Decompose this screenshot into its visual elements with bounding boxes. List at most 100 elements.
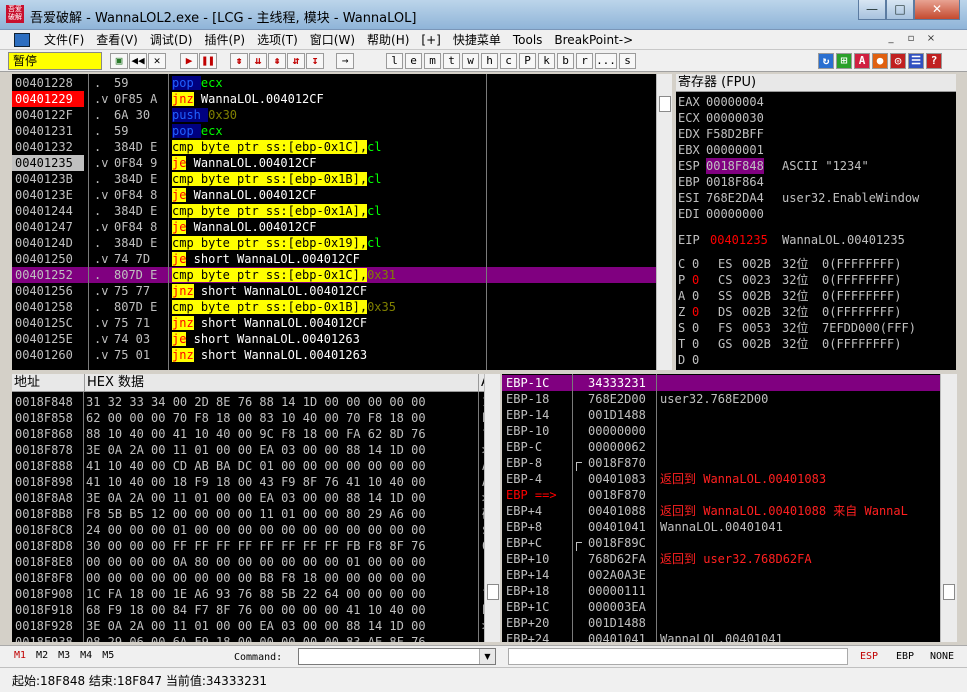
disasm-row[interactable]: 00401250 .v 74 7D je short WannaLOL.004012C… bbox=[12, 251, 656, 267]
restart-icon[interactable]: ◀◀ bbox=[129, 53, 147, 69]
stack-row[interactable]: EBP+C 0018F89C bbox=[502, 535, 957, 551]
stack-row[interactable]: EBP+8 00401041 WannaLOL.00401041 bbox=[502, 519, 957, 535]
stack-row[interactable]: EBP-18 768E2D00 user32.768E2D00 bbox=[502, 391, 957, 407]
stack-row[interactable]: EBP-C 00000062 bbox=[502, 439, 957, 455]
stack-scrollbar[interactable] bbox=[940, 374, 957, 642]
stack-row[interactable]: EBP-10 00000000 bbox=[502, 423, 957, 439]
menu-item[interactable]: BreakPoint-> bbox=[548, 32, 639, 48]
flag-value[interactable]: 0 bbox=[692, 304, 699, 320]
run-icon[interactable]: ▶ bbox=[180, 53, 198, 69]
dump-row[interactable]: 0018F878 3E 0A 2A 00 11 01 00 00 EA 03 00… bbox=[12, 442, 500, 458]
registers-pane[interactable]: 寄存器 (FPU) EAX 00000004 ECX 00000030 EDX F58D2… bbox=[676, 74, 956, 370]
open-icon[interactable]: ▣ bbox=[110, 53, 128, 69]
toolbar-window-button[interactable]: e bbox=[405, 53, 422, 69]
flag-value[interactable]: 0 bbox=[692, 352, 699, 368]
trace-into-icon[interactable]: ⇞ bbox=[268, 53, 286, 69]
menu-item[interactable]: 插件(P) bbox=[198, 32, 251, 48]
step-over-icon[interactable]: ⇊ bbox=[249, 53, 267, 69]
register-value[interactable]: 0018F864 bbox=[706, 174, 764, 190]
memory-tab-m1[interactable]: M1 bbox=[14, 650, 26, 661]
command-dropdown-icon[interactable]: ▼ bbox=[479, 649, 495, 664]
eip-value[interactable]: 00401235 bbox=[710, 232, 768, 248]
disassembly-pane[interactable]: 00401228. 59 pop ecx 00401229 .v 0F85 A jnz Wa… bbox=[12, 74, 656, 370]
dump-row[interactable]: 0018F938 08 29 06 00 6A F9 18 00 00 00 00… bbox=[12, 634, 500, 642]
register-value[interactable]: 00000000 bbox=[706, 206, 764, 222]
register-value[interactable]: 00000001 bbox=[706, 142, 764, 158]
title-bar[interactable]: 吾爱破解 吾爱破解 - WannaLOL2.exe - [LCG - 主线程, … bbox=[0, 0, 967, 30]
memory-tab-m3[interactable]: M3 bbox=[58, 650, 70, 661]
toolbar-window-button[interactable]: c bbox=[500, 53, 517, 69]
disasm-row[interactable]: 0040124D. 384D E cmp byte ptr ss:[ebp-0x19… bbox=[12, 235, 656, 251]
close-process-icon[interactable]: ✕ bbox=[148, 53, 166, 69]
refresh-icon[interactable]: ↻ bbox=[818, 53, 834, 69]
pause-icon[interactable]: ❚❚ bbox=[199, 53, 217, 69]
stack-row[interactable]: EBP ==> 0018F870 bbox=[502, 487, 957, 503]
menu-item[interactable]: 调试(D) bbox=[144, 32, 199, 48]
color-icon[interactable]: ● bbox=[872, 53, 888, 69]
plugin-icon[interactable]: ⊞ bbox=[836, 53, 852, 69]
stack-mode-ebp[interactable]: EBP bbox=[896, 651, 914, 662]
dump-row[interactable]: 0018F848 31 32 33 34 00 2D 8E 76 88 14 1D… bbox=[12, 394, 500, 410]
register-value[interactable]: 0018F848 bbox=[706, 158, 764, 174]
dump-row[interactable]: 0018F918 68 F9 18 00 84 F7 8F 76 00 00 00… bbox=[12, 602, 500, 618]
menu-item[interactable]: 窗口(W) bbox=[304, 32, 361, 48]
disasm-row[interactable]: 00401244. 384D E cmp byte ptr ss:[ebp-0x1A… bbox=[12, 203, 656, 219]
memory-tab-m4[interactable]: M4 bbox=[80, 650, 92, 661]
memory-tab-m5[interactable]: M5 bbox=[102, 650, 114, 661]
flag-value[interactable]: 0 bbox=[692, 320, 699, 336]
disasm-row[interactable]: 0040125C .v 75 71 jnz short WannaLOL.004012… bbox=[12, 315, 656, 331]
font-icon[interactable]: A bbox=[854, 53, 870, 69]
maximize-button[interactable]: □ bbox=[886, 0, 914, 20]
memory-dump-pane[interactable]: 地址 HEX 数据 AS 0018F84831 32 33 34 00 2D 8… bbox=[12, 374, 500, 642]
disasm-row[interactable]: 00401235 .v 0F84 9 je WannaLOL.004012CF bbox=[12, 155, 656, 171]
dump-row[interactable]: 0018F8D8 30 00 00 00 FF FF FF FF FF FF FF… bbox=[12, 538, 500, 554]
dump-row[interactable]: 0018F8B8 F8 5B B5 12 00 00 00 00 11 01 00… bbox=[12, 506, 500, 522]
toolbar-window-button[interactable]: m bbox=[424, 53, 441, 69]
stack-row[interactable]: EBP+1C 000003EA bbox=[502, 599, 957, 615]
mdi-close-button[interactable]: × bbox=[922, 32, 940, 48]
disasm-row[interactable]: 0040123B. 384D E cmp byte ptr ss:[ebp-0x1B… bbox=[12, 171, 656, 187]
disasm-row[interactable]: 00401232. 384D E cmp byte ptr ss:[ebp-0x1C… bbox=[12, 139, 656, 155]
disassembly-scrollbar[interactable] bbox=[656, 74, 672, 370]
disasm-row[interactable]: 00401228. 59 pop ecx bbox=[12, 75, 656, 91]
menu-item[interactable]: Tools bbox=[507, 32, 549, 48]
toolbar-window-button[interactable]: r bbox=[576, 53, 593, 69]
target-icon[interactable]: ◎ bbox=[890, 53, 906, 69]
menu-item[interactable]: [+] bbox=[415, 32, 446, 48]
stack-row[interactable]: EBP+14 002A0A3E bbox=[502, 567, 957, 583]
stack-row[interactable]: EBP+10 768D62FA 返回到 user32.768D62FA bbox=[502, 551, 957, 567]
dump-col-hex[interactable]: HEX 数据 bbox=[84, 374, 478, 392]
mdi-minimize-button[interactable]: _ bbox=[882, 32, 900, 48]
dump-col-address[interactable]: 地址 bbox=[12, 374, 84, 392]
stack-mode-none[interactable]: NONE bbox=[930, 651, 954, 662]
mdi-restore-button[interactable]: ▫ bbox=[902, 32, 920, 48]
dump-row[interactable]: 0018F898 41 10 40 00 18 F9 18 00 43 F9 8F… bbox=[12, 474, 500, 490]
dump-row[interactable]: 0018F888 41 10 40 00 CD AB BA DC 01 00 00… bbox=[12, 458, 500, 474]
disassembly-scroll-thumb[interactable] bbox=[659, 96, 671, 112]
stack-row[interactable]: EBP+18 00000111 bbox=[502, 583, 957, 599]
toolbar-window-button[interactable]: w bbox=[462, 53, 479, 69]
close-button[interactable]: ✕ bbox=[914, 0, 960, 20]
flag-value[interactable]: 0 bbox=[692, 256, 699, 272]
disasm-row[interactable]: 00401256 .v 75 77 jnz short WannaLOL.004012… bbox=[12, 283, 656, 299]
register-value[interactable]: 00000004 bbox=[706, 94, 764, 110]
stack-row[interactable]: EBP-8 0018F870 bbox=[502, 455, 957, 471]
flag-value[interactable]: 0 bbox=[692, 336, 699, 352]
step-into-icon[interactable]: ⇟ bbox=[230, 53, 248, 69]
disasm-row[interactable]: 00401258. 807D E cmp byte ptr ss:[ebp-0x1B… bbox=[12, 299, 656, 315]
dump-row[interactable]: 0018F8C8 24 00 00 00 01 00 00 00 00 00 00… bbox=[12, 522, 500, 538]
goto-icon[interactable]: → bbox=[336, 53, 354, 69]
stack-row[interactable]: EBP+4 00401088 返回到 WannaLOL.00401088 来自 Wa… bbox=[502, 503, 957, 519]
stack-row[interactable]: EBP+24 00401041 WannaLOL.00401041 bbox=[502, 631, 957, 642]
register-value[interactable]: 768E2DA4 bbox=[706, 190, 764, 206]
help-icon[interactable]: ? bbox=[926, 53, 942, 69]
stack-row[interactable]: EBP+20 001D1488 bbox=[502, 615, 957, 631]
disasm-row[interactable]: 00401247 .v 0F84 8 je WannaLOL.004012CF bbox=[12, 219, 656, 235]
execute-till-return-icon[interactable]: ↧ bbox=[306, 53, 324, 69]
menu-item[interactable]: 选项(T) bbox=[251, 32, 304, 48]
toolbar-window-button[interactable]: P bbox=[519, 53, 536, 69]
mdi-window-icon[interactable] bbox=[14, 33, 30, 47]
disasm-row[interactable]: 00401229 .v 0F85 A jnz WannaLOL.004012CF bbox=[12, 91, 656, 107]
disasm-row[interactable]: 0040123E .v 0F84 8 je WannaLOL.004012CF bbox=[12, 187, 656, 203]
command-input[interactable]: ▼ bbox=[298, 648, 496, 665]
